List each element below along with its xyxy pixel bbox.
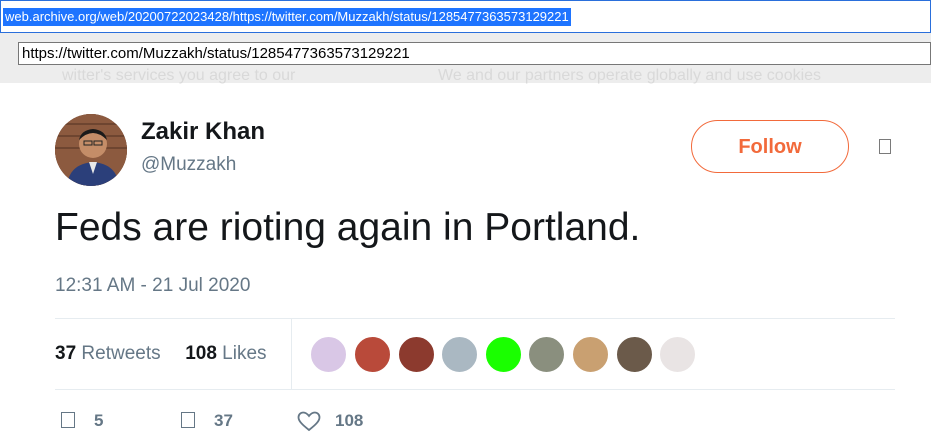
tweet-timestamp[interactable]: 12:31 AM - 21 Jul 2020: [55, 275, 250, 297]
liker-avatar[interactable]: [659, 336, 696, 373]
follow-button[interactable]: Follow: [691, 120, 849, 173]
liker-avatar[interactable]: [310, 336, 347, 373]
selected-archive-url[interactable]: web.archive.org/web/20200722023428/https…: [3, 8, 571, 26]
liker-avatar[interactable]: [441, 336, 478, 373]
liker-avatar[interactable]: [398, 336, 435, 373]
likes-count[interactable]: 108: [185, 343, 217, 364]
archive-url-bar[interactable]: web.archive.org/web/20200722023428/https…: [0, 0, 931, 33]
cookie-notice-right: We and our partners operate globally and…: [438, 67, 822, 84]
likes-label[interactable]: Likes: [222, 343, 266, 364]
divider: [55, 389, 895, 390]
retweet-icon[interactable]: [181, 412, 195, 428]
url-area: https://twitter.com/Muzzakh/status/12854…: [0, 33, 931, 84]
tweet-stats: 37 Retweets 108 Likes: [55, 343, 267, 365]
retweets-label[interactable]: Retweets: [81, 343, 160, 364]
divider: [291, 319, 292, 389]
like-count[interactable]: 108: [335, 411, 363, 431]
url-input[interactable]: https://twitter.com/Muzzakh/status/12854…: [18, 42, 931, 65]
author-name[interactable]: Zakir Khan: [141, 118, 265, 146]
liker-avatar[interactable]: [485, 336, 522, 373]
retweet-count[interactable]: 37: [214, 411, 233, 431]
heart-icon[interactable]: [297, 411, 321, 432]
liker-avatar[interactable]: [616, 336, 653, 373]
author-avatar[interactable]: [55, 114, 127, 186]
liker-avatar[interactable]: [354, 336, 391, 373]
author-handle[interactable]: @Muzzakh: [141, 154, 236, 176]
reply-icon[interactable]: [61, 412, 75, 428]
liker-avatar[interactable]: [572, 336, 609, 373]
retweets-count[interactable]: 37: [55, 343, 76, 364]
tweet-text: Feds are rioting again in Portland.: [55, 206, 641, 249]
reply-count[interactable]: 5: [94, 411, 103, 431]
divider: [55, 318, 895, 319]
cookie-notice-left: witter's services you agree to our: [62, 67, 296, 84]
liker-avatar[interactable]: [528, 336, 565, 373]
more-options-icon[interactable]: [879, 139, 891, 154]
